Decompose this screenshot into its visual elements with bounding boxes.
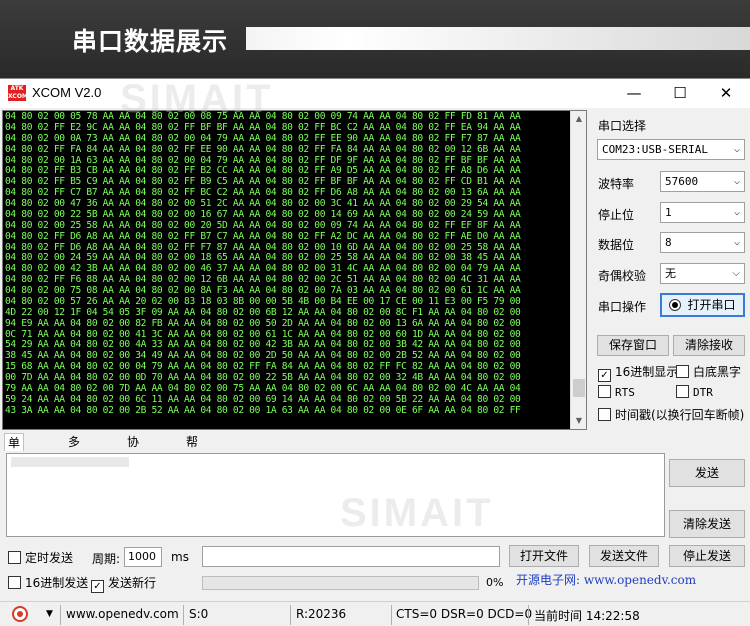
hex-display-label: 16进制显示: [615, 365, 679, 379]
close-button[interactable]: ✕: [703, 79, 749, 108]
rts-label: RTS: [615, 386, 635, 399]
baud-select[interactable]: 57600 ⌵: [660, 171, 745, 192]
header-banner: 串口数据展示: [0, 0, 750, 78]
banner-title: 串口数据展示: [72, 27, 229, 56]
tab-protocol[interactable]: 协议传输: [124, 433, 142, 503]
receive-text[interactable]: 04 80 02 00 05 78 AA AA 04 80 02 00 08 7…: [5, 112, 572, 428]
save-window-button[interactable]: 保存窗口: [597, 335, 669, 356]
newline-checkbox[interactable]: ✓ 发送新行: [91, 574, 156, 593]
checkbox-icon: [676, 365, 689, 378]
status-url[interactable]: www.openedv.com: [66, 607, 179, 621]
period-input[interactable]: 1000: [124, 547, 162, 567]
separator: [391, 605, 392, 625]
status-bar: ▼ www.openedv.com S:0 R:20236 CTS=0 DSR=…: [0, 601, 750, 626]
separator: [290, 605, 291, 625]
parity-select[interactable]: 无 ⌵: [660, 263, 745, 284]
parity-label: 奇偶校验: [598, 269, 647, 283]
port-label: 串口选择: [598, 119, 647, 133]
send-button[interactable]: 发送: [669, 459, 745, 487]
dtr-checkbox[interactable]: DTR: [676, 385, 713, 399]
stop-bit-label: 停止位: [598, 208, 635, 222]
timed-send-label: 定时发送: [25, 551, 74, 565]
receive-area[interactable]: 04 80 02 00 05 78 AA AA 04 80 02 00 08 7…: [2, 110, 587, 430]
port-select[interactable]: COM23:USB-SERIAL ⌵: [597, 139, 745, 160]
rts-checkbox[interactable]: RTS: [598, 385, 635, 399]
settings-icon[interactable]: [12, 606, 28, 622]
checkbox-checked-icon: ✓: [598, 369, 611, 382]
timestamp-label: 时间戳(以换行回车断帧): [615, 408, 745, 422]
send-content-blurred: [11, 457, 129, 467]
app-logo-icon: ATK XCOM: [8, 85, 28, 101]
data-bit-label: 数据位: [598, 238, 635, 252]
parity-select-value: 无: [665, 267, 676, 280]
minimize-button[interactable]: —: [611, 79, 657, 108]
xcom-window: ATK XCOM XCOM V2.0 — ☐ ✕ 04 80 02 00 05 7…: [0, 77, 750, 626]
tab-multi-send[interactable]: 多条发送: [65, 433, 83, 503]
checkbox-icon: [598, 385, 611, 398]
checkbox-icon: [8, 576, 21, 589]
dropdown-icon[interactable]: ▼: [46, 609, 53, 619]
white-bg-label: 白底黑字: [693, 365, 742, 379]
scroll-up-icon[interactable]: ▲: [571, 111, 586, 127]
status-received-count: R:20236: [296, 607, 347, 621]
timed-send-checkbox[interactable]: 定时发送: [8, 549, 73, 566]
status-sent-count: S:0: [189, 607, 209, 621]
separator: [60, 605, 61, 625]
site-link[interactable]: 开源电子网: www.openedv.com: [516, 571, 696, 588]
window-title: XCOM V2.0: [32, 85, 102, 100]
chevron-down-icon: ⌵: [733, 237, 740, 248]
scroll-thumb[interactable]: [573, 379, 585, 397]
maximize-button[interactable]: ☐: [657, 79, 703, 108]
stop-bit-select-value: 1: [665, 206, 672, 219]
send-input[interactable]: [6, 453, 665, 537]
data-bit-select[interactable]: 8 ⌵: [660, 232, 745, 253]
banner-decoration-bar: [246, 27, 750, 50]
stop-send-button[interactable]: 停止发送: [669, 545, 745, 567]
chevron-down-icon: ⌵: [733, 207, 740, 218]
open-port-label: 打开串口: [687, 298, 736, 312]
separator: [528, 605, 529, 625]
hex-send-checkbox[interactable]: 16进制发送: [8, 574, 88, 591]
port-select-value: COM23:USB-SERIAL: [602, 143, 708, 156]
chevron-down-icon: ⌵: [732, 268, 740, 279]
send-file-button[interactable]: 发送文件: [589, 545, 659, 567]
period-label: 周期:: [92, 552, 121, 566]
period-unit: ms: [171, 550, 189, 564]
separator: [183, 605, 184, 625]
open-file-button[interactable]: 打开文件: [509, 545, 579, 567]
scroll-down-icon[interactable]: ▼: [571, 413, 586, 429]
tab-single-send[interactable]: 单条发送: [4, 433, 25, 504]
baud-select-value: 57600: [665, 175, 699, 188]
chevron-down-icon: ⌵: [733, 176, 740, 187]
clear-send-button[interactable]: 清除发送: [669, 510, 745, 538]
hex-send-label: 16进制发送: [25, 576, 89, 590]
status-time: 当前时间 14:22:58: [534, 609, 640, 623]
receive-scrollbar[interactable]: ▲ ▼: [570, 111, 586, 429]
send-progress-bar: [202, 576, 479, 590]
progress-percent: 0%: [486, 576, 504, 589]
checkbox-icon: [598, 408, 611, 421]
tab-help[interactable]: 帮助: [183, 433, 201, 467]
dtr-label: DTR: [693, 386, 713, 399]
open-port-button[interactable]: 打开串口: [660, 293, 745, 317]
chevron-down-icon: ⌵: [733, 144, 740, 155]
timestamp-checkbox[interactable]: 时间戳(以换行回车断帧): [598, 406, 744, 423]
white-bg-checkbox[interactable]: 白底黑字: [676, 363, 741, 380]
clear-receive-button[interactable]: 清除接收: [673, 335, 745, 356]
newline-label: 发送新行: [108, 576, 157, 590]
stop-bit-select[interactable]: 1 ⌵: [660, 202, 745, 223]
checkbox-checked-icon: ✓: [91, 580, 104, 593]
checkbox-icon: [8, 551, 21, 564]
data-bit-select-value: 8: [665, 236, 672, 249]
hex-display-checkbox[interactable]: ✓ 16进制显示: [598, 363, 678, 382]
file-path-input[interactable]: [202, 546, 500, 567]
port-op-label: 串口操作: [598, 300, 647, 314]
status-lines: CTS=0 DSR=0 DCD=0: [396, 607, 533, 621]
radio-icon: [669, 299, 682, 311]
checkbox-icon: [676, 385, 689, 398]
title-bar: ATK XCOM XCOM V2.0 — ☐ ✕: [0, 79, 750, 108]
baud-label: 波特率: [598, 177, 635, 191]
